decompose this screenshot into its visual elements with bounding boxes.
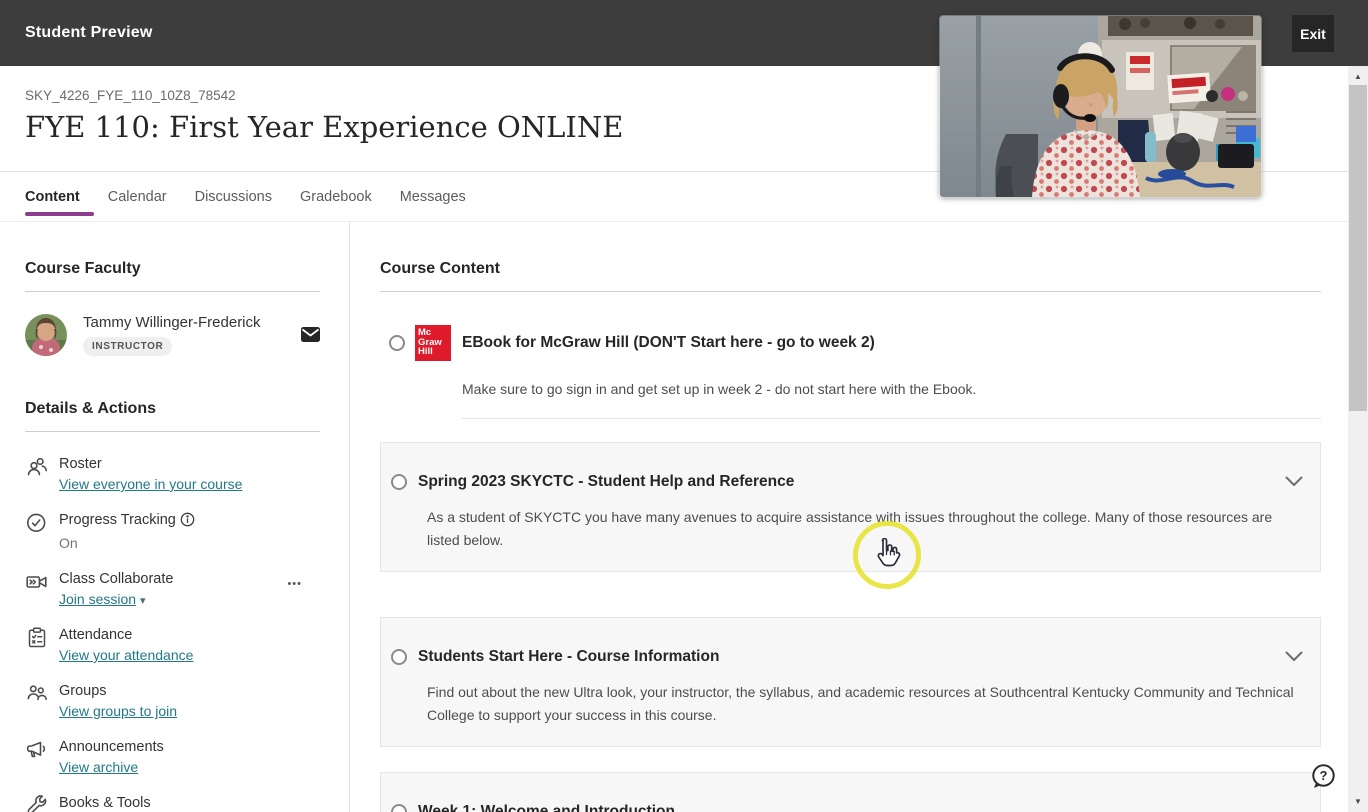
ebook-status-circle[interactable] (389, 335, 405, 351)
progress-tracking-label: Progress Tracking (59, 510, 195, 533)
scroll-down-arrow[interactable]: ▼ (1348, 793, 1368, 810)
folder-status-circle[interactable] (391, 804, 407, 812)
sidebar-item-progress-tracking: Progress Tracking On (25, 510, 320, 554)
instructor-role-badge: INSTRUCTOR (83, 337, 173, 356)
sidebar-item-attendance: Attendance View your attendance (25, 625, 320, 666)
help-question-icon: ? (1312, 764, 1335, 788)
folder-header: Spring 2023 SKYCTC - Student Help and Re… (391, 473, 1300, 491)
instructor-name: Tammy Willinger-Frederick (83, 314, 261, 331)
tab-messages[interactable]: Messages (400, 172, 466, 221)
announcements-label: Announcements (59, 739, 164, 755)
sidebar-item-announcements: Announcements View archive (25, 737, 320, 778)
course-faculty-heading: Course Faculty (25, 260, 141, 277)
folder-header: Week 1: Welcome and Introduction (391, 803, 1300, 812)
wrench-icon (25, 793, 51, 812)
instructor-info: Tammy Willinger-Frederick INSTRUCTOR (83, 314, 261, 356)
content-item-ebook: Mc Graw Hill EBook for McGraw Hill (DON'… (389, 325, 1321, 419)
video-camera-icon (25, 569, 51, 610)
ebook-header: Mc Graw Hill EBook for McGraw Hill (DON'… (389, 325, 1321, 361)
roster-link[interactable]: View everyone in your course (59, 474, 242, 495)
class-collaborate-label: Class Collaborate (59, 571, 174, 587)
folder-title[interactable]: Week 1: Welcome and Introduction (418, 803, 675, 812)
folder-description: Find out about the new Ultra look, your … (427, 684, 1294, 723)
details-actions-list: Roster View everyone in your course Prog… (25, 454, 320, 812)
content-area: Course Faculty Tammy Willinger-Frederick… (0, 222, 1368, 812)
tab-discussions[interactable]: Discussions (195, 172, 272, 221)
svg-text:?: ? (1320, 768, 1328, 783)
folder-title[interactable]: Spring 2023 SKYCTC - Student Help and Re… (418, 473, 794, 491)
student-preview-label: Student Preview (25, 24, 153, 41)
avatar-photo-illustration (25, 314, 67, 356)
envelope-icon (301, 327, 320, 342)
ebook-description: Make sure to go sign in and get set up i… (462, 381, 977, 397)
instructor-avatar[interactable] (25, 314, 67, 356)
details-actions-heading: Details & Actions (25, 400, 156, 417)
expand-folder-button[interactable] (1285, 649, 1303, 667)
folder-description: As a student of SKYCTC you have many ave… (427, 509, 1273, 548)
divider (462, 418, 1321, 419)
sidebar-item-roster: Roster View everyone in your course (25, 454, 320, 495)
attendance-label: Attendance (59, 627, 133, 643)
caret-down-icon[interactable]: ▾ (140, 595, 146, 607)
instructor-row: Tammy Willinger-Frederick INSTRUCTOR (25, 314, 320, 356)
webcam-video-overlay (939, 15, 1262, 198)
announcements-link[interactable]: View archive (59, 757, 164, 778)
sidebar-item-class-collaborate: Class Collaborate Join session ▾ ••• (25, 569, 320, 610)
join-session-link[interactable]: Join session (59, 591, 136, 607)
progress-tracking-status: On (59, 535, 78, 551)
roster-people-icon (25, 454, 51, 495)
tab-gradebook[interactable]: Gradebook (300, 172, 372, 221)
attendance-clipboard-icon (25, 625, 51, 666)
chevron-down-icon (1285, 651, 1303, 661)
course-content-panel: Course Content Mc Graw Hill EBook for Mc… (380, 222, 1321, 812)
page-title: FYE 110: First Year Experience ONLINE (25, 110, 624, 144)
scroll-up-arrow[interactable]: ▲ (1348, 68, 1368, 85)
groups-icon (25, 681, 51, 722)
course-sidebar: Course Faculty Tammy Willinger-Frederick… (25, 222, 320, 812)
groups-label: Groups (59, 683, 107, 699)
folder-title[interactable]: Students Start Here - Course Information (418, 648, 719, 666)
books-tools-label: Books & Tools (59, 795, 151, 811)
sidebar-item-groups: Groups View groups to join (25, 681, 320, 722)
info-icon[interactable] (180, 512, 195, 531)
scrollbar-thumb[interactable] (1349, 85, 1367, 411)
attendance-link[interactable]: View your attendance (59, 645, 193, 666)
folder-header: Students Start Here - Course Information (391, 648, 1300, 666)
content-folder-student-help[interactable]: Spring 2023 SKYCTC - Student Help and Re… (380, 442, 1321, 572)
sidebar-item-books-tools: Books & Tools View course & institution … (25, 793, 320, 812)
roster-label: Roster (59, 456, 102, 472)
divider (380, 291, 1321, 292)
sidebar-divider (349, 222, 350, 812)
course-id: SKY_4226_FYE_110_10Z8_78542 (25, 88, 236, 103)
tab-calendar[interactable]: Calendar (108, 172, 167, 221)
exit-preview-button[interactable]: Exit (1292, 15, 1334, 52)
course-content-heading: Course Content (380, 260, 500, 277)
megaphone-icon (25, 737, 51, 778)
content-folder-start-here[interactable]: Students Start Here - Course Information… (380, 617, 1321, 747)
expand-folder-button[interactable] (1285, 474, 1303, 492)
vertical-scrollbar[interactable]: ▲ ▼ (1348, 66, 1368, 812)
divider (25, 291, 320, 292)
ebook-title-link[interactable]: EBook for McGraw Hill (DON'T Start here … (462, 334, 875, 352)
student-preview-page: Student Preview Exit SKY_4226_FYE_110_10… (0, 0, 1368, 812)
presenter-video-frame (940, 16, 1261, 197)
divider (25, 431, 320, 432)
message-instructor-button[interactable] (301, 327, 320, 347)
tab-content[interactable]: Content (25, 172, 94, 221)
folder-status-circle[interactable] (391, 474, 407, 490)
mcgraw-hill-logo: Mc Graw Hill (415, 325, 451, 361)
groups-link[interactable]: View groups to join (59, 701, 177, 722)
folder-status-circle[interactable] (391, 649, 407, 665)
collaborate-options-button[interactable]: ••• (287, 578, 302, 590)
chevron-down-icon (1285, 476, 1303, 486)
progress-check-icon (25, 510, 51, 554)
exit-label: Exit (1300, 25, 1326, 42)
content-folder-week1[interactable]: Week 1: Welcome and Introduction (380, 772, 1321, 812)
help-button[interactable]: ? (1310, 763, 1337, 790)
